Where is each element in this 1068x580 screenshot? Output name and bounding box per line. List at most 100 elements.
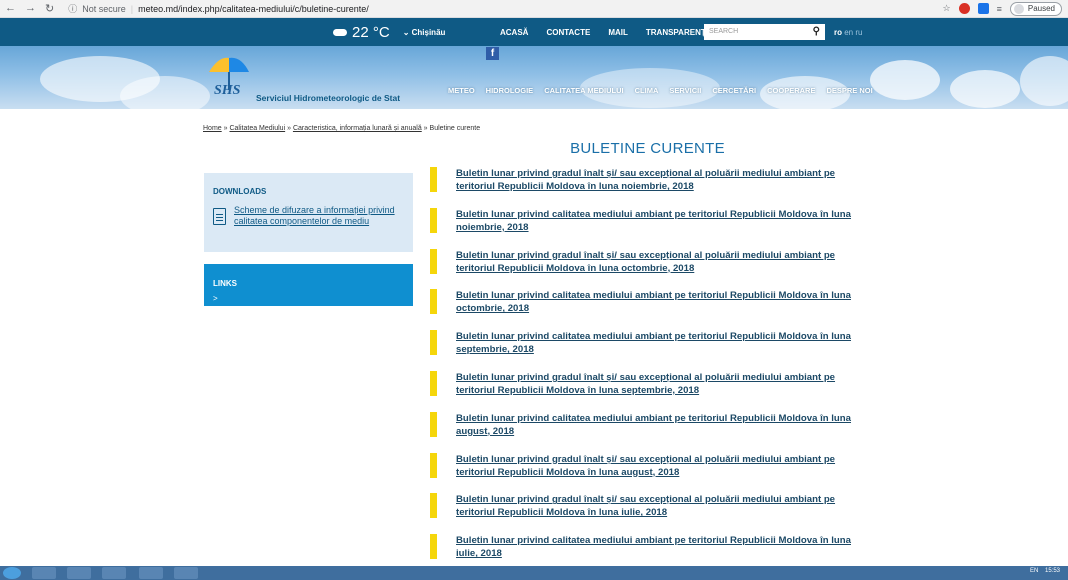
top-menu-transparenta[interactable]: TRANSPARENȚA (646, 28, 712, 37)
yellow-marker (430, 207, 437, 233)
list-item: Buletin lunar privind gradul înalt și/ s… (430, 368, 870, 409)
yellow-marker (430, 330, 437, 356)
yellow-marker (430, 411, 437, 437)
chrome-icon[interactable] (67, 567, 91, 579)
breadcrumb-home[interactable]: Home (203, 125, 222, 132)
links-heading: LINKS (213, 279, 237, 288)
reload-icon[interactable]: ↻ (45, 2, 54, 15)
document-icon (213, 208, 226, 225)
extension-icon[interactable] (977, 3, 989, 14)
yellow-marker (430, 167, 437, 192)
main-nav: METEO HIDROLOGIE CALITATEA MEDIULUI CLIM… (448, 86, 884, 95)
breadcrumb-calitatea-mediului[interactable]: Calitatea Mediului (229, 125, 285, 132)
word-icon[interactable] (139, 567, 163, 579)
list-item: Buletin lunar privind gradul înalt și/ s… (430, 450, 870, 491)
yellow-marker (430, 493, 437, 519)
list-item: Buletin lunar privind gradul înalt și/ s… (430, 246, 870, 287)
steam-icon[interactable] (102, 567, 126, 579)
page-title: BULETINE CURENTE (570, 140, 725, 157)
bulletin-link[interactable]: Buletin lunar privind calitatea mediului… (456, 409, 870, 438)
bulletin-link[interactable]: Buletin lunar privind gradul înalt și/ s… (456, 246, 870, 275)
top-menu-acasa[interactable]: ACASĂ (500, 28, 528, 37)
star-icon[interactable]: ☆ (943, 3, 951, 14)
yellow-marker (430, 248, 437, 274)
cloud-decoration (1020, 56, 1068, 106)
search-icon[interactable]: ⚲ (813, 26, 820, 37)
bulletin-link[interactable]: Buletin lunar privind calitatea mediului… (456, 327, 870, 356)
profile-status: Paused (1027, 4, 1055, 13)
tray-language[interactable]: EN (1030, 568, 1038, 574)
back-icon[interactable]: ← (5, 2, 16, 15)
bulletin-link[interactable]: Buletin lunar privind calitatea mediului… (456, 205, 870, 234)
tray-clock[interactable]: 15:53 (1045, 568, 1060, 574)
language-switcher: ro en ru (834, 28, 862, 37)
yellow-marker (430, 370, 437, 396)
paint-icon[interactable] (174, 567, 198, 579)
top-menu: ACASĂ CONTACTE MAIL TRANSPARENȚA (500, 28, 730, 37)
divider: | (130, 3, 134, 14)
search-placeholder: SEARCH (709, 28, 739, 35)
security-label: Not secure (82, 3, 126, 14)
lang-others[interactable]: en ru (844, 28, 862, 37)
city-select[interactable]: ⌄ Chișinău (403, 28, 446, 37)
links-more[interactable]: > (213, 294, 404, 303)
browser-toolbar: ← → ↻ ⓘ Not secure | meteo.md/index.php/… (0, 0, 1068, 18)
city-name: Chișinău (411, 28, 446, 37)
breadcrumb: Home » Calitatea Mediului » Caracteristi… (203, 125, 480, 132)
header-banner: SHS Serviciul Hidrometeorologic de Stat … (0, 46, 1068, 109)
breadcrumb-separator: » (421, 125, 430, 132)
download-item: Scheme de difuzare a informației privind… (213, 205, 404, 227)
avatar (1013, 3, 1024, 14)
nav-clima[interactable]: CLIMA (635, 86, 659, 95)
top-menu-contacte[interactable]: CONTACTE (546, 28, 590, 37)
profile-button[interactable]: Paused (1009, 1, 1062, 16)
links-panel: LINKS > (204, 264, 413, 306)
bulletin-link[interactable]: Buletin lunar privind gradul înalt și/ s… (456, 368, 870, 397)
download-link[interactable]: Scheme de difuzare a informației privind… (234, 205, 404, 227)
bulletin-link[interactable]: Buletin lunar privind gradul înalt și/ s… (456, 164, 870, 193)
breadcrumb-current: Buletine curente (429, 125, 481, 132)
list-item: Buletin lunar privind calitatea mediului… (430, 286, 870, 327)
downloads-panel: DOWNLOADS Scheme de difuzare a informați… (204, 173, 413, 252)
nav-despre-noi[interactable]: DESPRE NOI (826, 86, 872, 95)
nav-cooperare[interactable]: COOPERARE (767, 86, 815, 95)
cloud-decoration (950, 70, 1020, 108)
breadcrumb-caracteristica[interactable]: Caracteristica, informația lunară și anu… (293, 125, 422, 132)
cloud-decoration (120, 76, 210, 109)
browser-actions: ☆ ≡ Paused (943, 1, 1062, 16)
svg-text:SHS: SHS (214, 83, 241, 98)
facebook-icon[interactable]: f (486, 47, 499, 60)
weather-widget: 22 °C ⌄ Chișinău (333, 24, 445, 41)
url-text[interactable]: meteo.md/index.php/calitatea-mediului/c/… (138, 4, 369, 14)
nav-meteo[interactable]: METEO (448, 86, 475, 95)
os-taskbar: EN 15:53 (0, 566, 1068, 580)
bulletin-link[interactable]: Buletin lunar privind calitatea mediului… (456, 531, 870, 560)
downloads-heading: DOWNLOADS (213, 187, 267, 196)
forward-icon[interactable]: → (25, 2, 36, 15)
bulletin-link[interactable]: Buletin lunar privind gradul înalt și/ s… (456, 490, 870, 519)
bulletin-link[interactable]: Buletin lunar privind gradul înalt și/ s… (456, 450, 870, 479)
bulletin-link[interactable]: Buletin lunar privind calitatea mediului… (456, 286, 870, 315)
shs-logo[interactable]: SHS (205, 52, 253, 102)
info-icon[interactable]: ⓘ (68, 2, 77, 15)
breadcrumb-separator: » (285, 125, 293, 132)
start-button[interactable] (3, 567, 21, 579)
file-explorer-icon[interactable] (32, 567, 56, 579)
lang-ro[interactable]: ro (834, 28, 842, 37)
search-input[interactable]: SEARCH ⚲ (704, 24, 825, 40)
org-name[interactable]: Serviciul Hidrometeorologic de Stat (256, 93, 400, 103)
opera-extension-icon[interactable] (958, 3, 970, 14)
yellow-marker (430, 289, 437, 315)
top-menu-mail[interactable]: MAIL (608, 28, 628, 37)
temperature: 22 °C (352, 24, 390, 41)
nav-calitatea-mediului[interactable]: CALITATEA MEDIULUI (544, 86, 623, 95)
nav-hidrologie[interactable]: HIDROLOGIE (486, 86, 534, 95)
list-item: Buletin lunar privind gradul înalt și/ s… (430, 164, 870, 205)
nav-cercetari[interactable]: CERCETĂRI (712, 86, 756, 95)
nav-servicii[interactable]: SERVICII (669, 86, 701, 95)
reading-list-icon[interactable]: ≡ (997, 4, 1002, 14)
system-tray: EN 15:53 (1030, 568, 1060, 574)
address-bar[interactable]: ⓘ Not secure | meteo.md/index.php/calita… (68, 2, 369, 15)
bulletin-list: Buletin lunar privind gradul înalt și/ s… (430, 164, 870, 572)
browser-nav: ← → ↻ (5, 2, 54, 15)
